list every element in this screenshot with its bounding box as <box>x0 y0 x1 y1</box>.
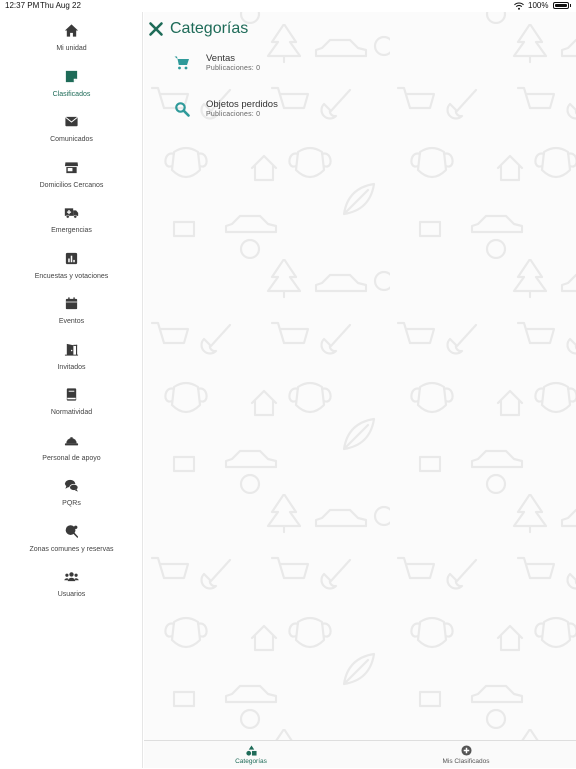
poll-icon <box>65 252 78 265</box>
category-count: Publicaciones: 0 <box>206 111 261 118</box>
ping-pong-icon <box>65 525 79 539</box>
status-right: 100% <box>514 1 571 10</box>
status-bar: 12:37 PM Thu Aug 22 100% <box>0 0 576 12</box>
sidebar-item-zonas-comunes[interactable]: Zonas comunes y reservas <box>0 524 143 564</box>
sidebar-item-label: Encuestas y votaciones <box>34 273 109 280</box>
sidebar-item-label: Zonas comunes y reservas <box>29 546 114 553</box>
door-icon <box>64 343 79 356</box>
status-time: 12:37 PM <box>5 1 40 10</box>
sidebar-item-label: Emergencias <box>51 227 92 234</box>
plus-circle-icon <box>460 745 472 756</box>
status-date: Thu Aug 22 <box>40 1 81 10</box>
sidebar-item-invitados[interactable]: Invitados <box>0 342 143 382</box>
hard-hat-icon <box>64 437 79 446</box>
search-icon <box>175 102 190 117</box>
sidebar-item-label: Mi unidad <box>56 45 87 52</box>
category-item-ventas[interactable]: Ventas Publicaciones: 0 <box>144 52 576 88</box>
sidebar-item-label: Clasificados <box>52 91 91 98</box>
sidebar-item-personal-de-apoyo[interactable]: Personal de apoyo <box>0 433 143 473</box>
battery-percent: 100% <box>528 1 549 10</box>
sidebar-item-label: Normatividad <box>50 409 93 416</box>
calendar-icon <box>65 297 78 310</box>
battery-icon <box>552 2 569 9</box>
sidebar-item-comunicados[interactable]: Comunicados <box>0 114 143 154</box>
sidebar-item-emergencias[interactable]: Emergencias <box>0 205 143 245</box>
store-icon <box>64 162 79 174</box>
sidebar: Mi unidad Clasificados Comunicados Domic… <box>0 12 143 768</box>
category-name: Ventas <box>206 53 236 64</box>
tab-categorias[interactable]: Categorías <box>191 745 311 769</box>
sidebar-item-pqrs[interactable]: PQRs <box>0 478 143 518</box>
sidebar-item-usuarios[interactable]: Usuarios <box>0 569 143 609</box>
home-icon <box>64 24 79 37</box>
sidebar-item-label: Invitados <box>57 364 86 371</box>
wifi-icon <box>514 2 524 10</box>
sidebar-item-mi-unidad[interactable]: Mi unidad <box>0 23 143 63</box>
sidebar-item-label: Comunicados <box>50 136 93 143</box>
shapes-icon <box>245 745 257 756</box>
sticky-note-icon <box>65 70 78 83</box>
sidebar-item-label: Personal de apoyo <box>42 455 101 462</box>
sidebar-item-label: Usuarios <box>57 591 86 598</box>
tab-mis-clasificados[interactable]: Mis Clasificados <box>406 745 526 769</box>
category-name: Objetos perdidos <box>206 99 278 110</box>
book-icon <box>66 388 77 401</box>
tab-label: Categorías <box>235 758 267 765</box>
categories-panel: Categorías Ventas Publicaciones: 0 Objet… <box>144 12 576 740</box>
sidebar-item-label: Domicilios Cercanos <box>39 182 104 189</box>
envelope-icon <box>65 116 78 127</box>
bottom-tab-bar: Categorías Mis Clasificados <box>144 740 576 768</box>
comments-icon <box>64 479 79 492</box>
sidebar-item-normatividad[interactable]: Normatividad <box>0 387 143 427</box>
ambulance-icon <box>64 208 79 219</box>
category-count: Publicaciones: 0 <box>206 65 261 72</box>
sidebar-item-eventos[interactable]: Eventos <box>0 296 143 336</box>
page-title: Categorías <box>170 20 249 37</box>
sidebar-item-label: PQRs <box>62 500 81 507</box>
sidebar-item-clasificados[interactable]: Clasificados <box>0 69 143 109</box>
tab-label: Mis Clasificados <box>442 758 490 765</box>
close-icon[interactable] <box>148 21 164 37</box>
battery-tip <box>569 4 571 7</box>
header: Categorías <box>144 12 576 48</box>
category-item-objetos-perdidos[interactable]: Objetos perdidos Publicaciones: 0 <box>144 98 576 134</box>
sidebar-item-domicilios-cercanos[interactable]: Domicilios Cercanos <box>0 160 143 200</box>
shopping-cart-icon <box>174 56 189 70</box>
sidebar-item-encuestas[interactable]: Encuestas y votaciones <box>0 251 143 291</box>
sidebar-item-label: Eventos <box>58 318 85 325</box>
users-icon <box>64 572 79 582</box>
